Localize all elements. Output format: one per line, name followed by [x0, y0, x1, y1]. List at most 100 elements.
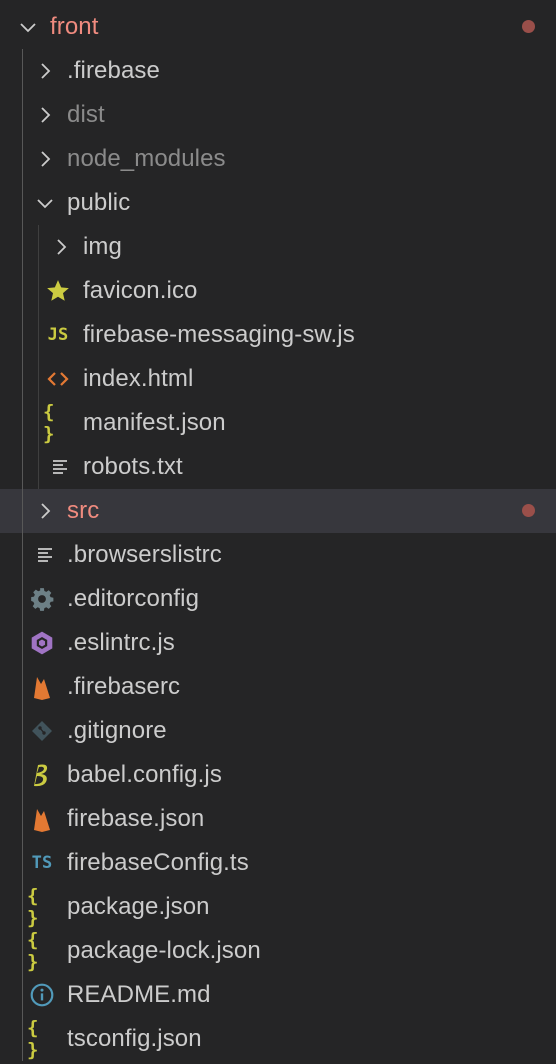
- file-label-tsconfig-json: tsconfig.json: [67, 1025, 202, 1052]
- indent-guide: [22, 797, 23, 841]
- text-file-icon: [45, 445, 75, 489]
- file-label-readme: README.md: [67, 981, 211, 1008]
- indent-guide: [22, 929, 23, 973]
- indent-guide: [38, 313, 39, 357]
- file-row-index-html[interactable]: index.html: [0, 357, 556, 401]
- file-label-manifest-json: manifest.json: [83, 409, 226, 436]
- file-row-firebaseconfig-ts[interactable]: TS firebaseConfig.ts: [0, 841, 556, 885]
- folder-row-public[interactable]: public: [0, 181, 556, 225]
- folder-row-firebase[interactable]: .firebase: [0, 49, 556, 93]
- chevron-right-icon[interactable]: [46, 225, 76, 269]
- indent-guide: [22, 445, 23, 489]
- file-row-readme[interactable]: README.md: [0, 973, 556, 1017]
- file-row-gitignore[interactable]: .gitignore: [0, 709, 556, 753]
- chevron-right-icon[interactable]: [30, 137, 60, 181]
- indent-guide: [38, 357, 39, 401]
- file-row-babel-config[interactable]: babel.config.js: [0, 753, 556, 797]
- text-file-icon: [30, 533, 60, 577]
- chevron-down-icon[interactable]: [13, 5, 43, 49]
- html-icon: [43, 357, 73, 401]
- file-row-package-lock-json[interactable]: { } package-lock.json: [0, 929, 556, 973]
- indent-guide: [22, 93, 23, 137]
- indent-guide: [22, 621, 23, 665]
- folder-row-src[interactable]: src: [0, 489, 556, 533]
- file-row-robots-txt[interactable]: robots.txt: [0, 445, 556, 489]
- file-label-package-json: package.json: [67, 893, 210, 920]
- file-label-gitignore: .gitignore: [67, 717, 167, 744]
- file-explorer-tree: front .firebase dist node_modules public: [0, 5, 556, 1061]
- indent-guide: [22, 181, 23, 225]
- file-row-favicon[interactable]: favicon.ico: [0, 269, 556, 313]
- file-label-firebaseconfig-ts: firebaseConfig.ts: [67, 849, 249, 876]
- indent-guide: [22, 269, 23, 313]
- file-row-package-json[interactable]: { } package.json: [0, 885, 556, 929]
- file-label-babel-config: babel.config.js: [67, 761, 222, 788]
- indent-guide: [22, 49, 23, 93]
- indent-guide: [38, 401, 39, 445]
- json-icon: { }: [27, 929, 39, 973]
- indent-guide: [22, 973, 23, 1017]
- indent-guide: [38, 445, 39, 489]
- indent-guide: [22, 357, 23, 401]
- file-row-browserslistrc[interactable]: .browserslistrc: [0, 533, 556, 577]
- chevron-right-icon[interactable]: [30, 93, 60, 137]
- folder-label-node-modules: node_modules: [67, 145, 226, 172]
- json-icon: { }: [27, 885, 39, 929]
- indent-guide: [22, 753, 23, 797]
- typescript-icon: TS: [31, 853, 53, 873]
- firebase-icon: [27, 797, 57, 841]
- file-label-firebase-json: firebase.json: [67, 805, 205, 832]
- file-row-firebaserc[interactable]: .firebaserc: [0, 665, 556, 709]
- file-label-browserslistrc: .browserslistrc: [67, 541, 222, 568]
- file-label-firebaserc: .firebaserc: [67, 673, 181, 700]
- file-label-eslintrc: .eslintrc.js: [67, 629, 175, 656]
- folder-row-node-modules[interactable]: node_modules: [0, 137, 556, 181]
- modified-indicator-dot: [522, 20, 535, 33]
- file-row-editorconfig[interactable]: .editorconfig: [0, 577, 556, 621]
- file-row-firebase-json[interactable]: firebase.json: [0, 797, 556, 841]
- file-label-package-lock-json: package-lock.json: [67, 937, 261, 964]
- indent-guide: [22, 313, 23, 357]
- indent-guide: [22, 577, 23, 621]
- indent-guide: [22, 1017, 23, 1061]
- chevron-down-icon[interactable]: [30, 181, 60, 225]
- folder-label-public: public: [67, 189, 131, 216]
- file-label-firebase-messaging-sw: firebase-messaging-sw.js: [83, 321, 355, 348]
- folder-label-firebase: .firebase: [67, 57, 160, 84]
- folder-label-front: front: [50, 13, 99, 40]
- file-row-eslintrc[interactable]: .eslintrc.js: [0, 621, 556, 665]
- folder-label-src: src: [67, 497, 100, 524]
- indent-guide: [22, 225, 23, 269]
- modified-indicator-dot: [522, 504, 535, 517]
- json-icon: { }: [27, 1017, 39, 1061]
- star-icon: [43, 269, 73, 313]
- file-row-tsconfig-json[interactable]: { } tsconfig.json: [0, 1017, 556, 1061]
- indent-guide: [22, 137, 23, 181]
- indent-guide: [22, 709, 23, 753]
- git-icon: [27, 709, 57, 753]
- folder-label-dist: dist: [67, 101, 105, 128]
- folder-row-front[interactable]: front: [0, 5, 556, 49]
- indent-guide: [22, 841, 23, 885]
- chevron-right-icon[interactable]: [30, 489, 60, 533]
- indent-guide: [22, 885, 23, 929]
- eslint-icon: [27, 621, 57, 665]
- folder-row-img[interactable]: img: [0, 225, 556, 269]
- indent-guide: [22, 489, 23, 533]
- folder-label-img: img: [83, 233, 122, 260]
- babel-icon: [27, 753, 57, 797]
- file-row-firebase-messaging-sw[interactable]: JS firebase-messaging-sw.js: [0, 313, 556, 357]
- file-label-favicon: favicon.ico: [83, 277, 198, 304]
- javascript-icon: JS: [47, 325, 69, 345]
- file-row-manifest-json[interactable]: { } manifest.json: [0, 401, 556, 445]
- indent-guide: [38, 269, 39, 313]
- file-label-editorconfig: .editorconfig: [67, 585, 200, 612]
- file-label-index-html: index.html: [83, 365, 194, 392]
- folder-row-dist[interactable]: dist: [0, 93, 556, 137]
- chevron-right-icon[interactable]: [30, 49, 60, 93]
- firebase-icon: [27, 665, 57, 709]
- indent-guide: [22, 401, 23, 445]
- indent-guide: [38, 225, 39, 269]
- file-label-robots-txt: robots.txt: [83, 453, 183, 480]
- info-icon: [27, 973, 57, 1017]
